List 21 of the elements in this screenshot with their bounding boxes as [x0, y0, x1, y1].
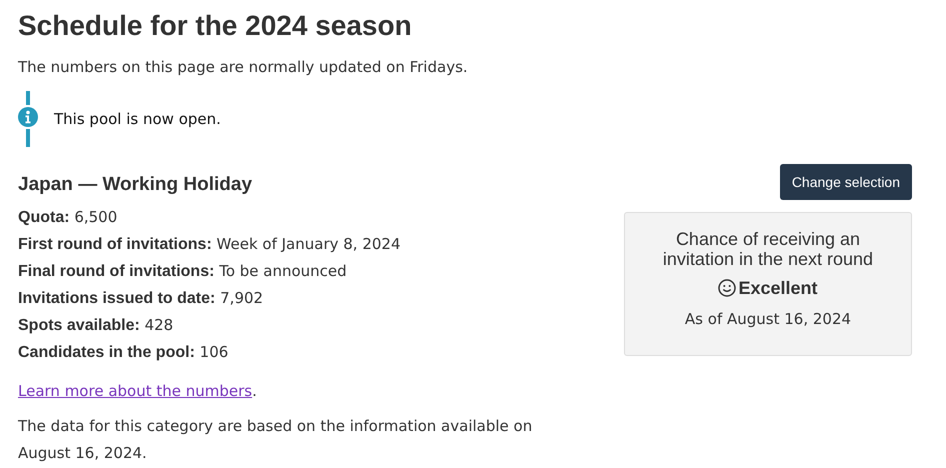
notice-bar: [26, 129, 30, 147]
notice-text: This pool is now open.: [54, 108, 221, 130]
info-icon: [18, 107, 38, 127]
fact-line: Quota: 6,500: [18, 207, 118, 228]
fact-line: Candidates in the pool: 106: [18, 342, 230, 363]
change-selection-button[interactable]: Change selection: [780, 164, 912, 200]
chance-heading: Chance of receiving an invitation in the next round: [662, 229, 874, 269]
fact-line: Final round of invitations: To be announced: [18, 261, 348, 282]
notice-bar: [26, 91, 30, 105]
learn-more-sentence: Learn more about the numbers.: [18, 381, 258, 402]
category-heading: Japan — Working Holiday: [18, 173, 254, 197]
page-title: Schedule for the 2024 season: [18, 9, 413, 43]
data-note: The data for this category are based on the information available on August 16, 2024.: [18, 416, 534, 464]
fact-line: Invitations issued to date: 7,902: [18, 288, 264, 309]
smiley-icon: [718, 279, 736, 297]
as-of-date: As of August 16, 2024: [684, 309, 852, 330]
intro-text: The numbers on this page are normally updated on Fridays.: [18, 57, 469, 78]
rating-text: Excellent: [738, 277, 818, 300]
learn-more-link[interactable]: Learn more about the numbers: [18, 382, 252, 400]
fact-line: First round of invitations: Week of January 8, 2024: [18, 234, 402, 255]
fact-line: Spots available: 428: [18, 315, 174, 336]
